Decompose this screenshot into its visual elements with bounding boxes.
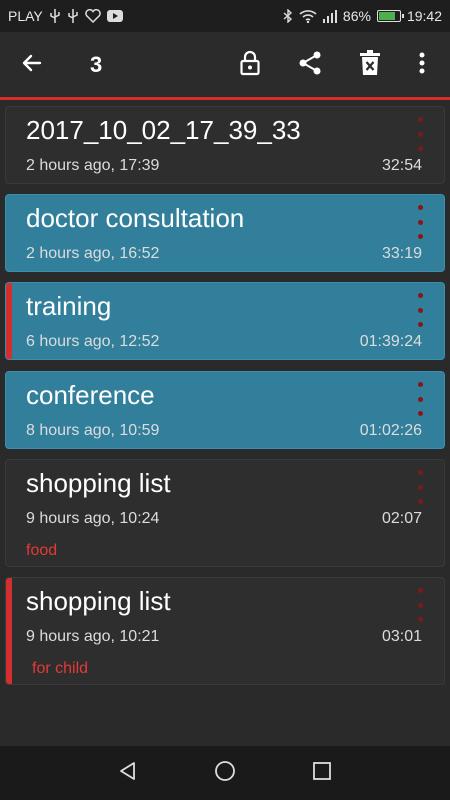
recording-tag: food	[26, 542, 58, 559]
recording-item[interactable]: shopping list 9 hours ago, 10:24 02:07 f…	[5, 459, 445, 567]
recording-title: shopping list	[26, 586, 171, 616]
health-icon	[84, 9, 101, 23]
recording-tag: for child	[32, 660, 89, 677]
signal-icon	[322, 9, 337, 23]
item-menu-button[interactable]	[412, 205, 428, 239]
bluetooth-icon	[283, 9, 293, 23]
circle-home-icon	[214, 760, 236, 787]
more-vert-icon	[417, 117, 423, 122]
battery-level	[378, 12, 395, 20]
carrier-label: PLAY	[8, 8, 43, 24]
back-button[interactable]	[10, 32, 54, 98]
recording-timestamp: 9 hours ago, 10:24	[26, 510, 160, 527]
square-recents-icon	[312, 761, 331, 785]
more-vert-icon	[417, 293, 423, 298]
clock: 19:42	[406, 8, 442, 24]
recording-duration: 02:07	[381, 510, 422, 527]
more-vert-icon	[417, 205, 423, 210]
recording-title: conference	[26, 380, 155, 410]
battery-icon	[376, 10, 404, 22]
usb-icon	[49, 9, 61, 23]
recording-title: doctor consultation	[26, 203, 245, 233]
recording-duration: 03:01	[381, 628, 422, 645]
nav-recents-button[interactable]	[302, 753, 342, 793]
item-menu-button[interactable]	[412, 470, 428, 504]
status-bar: PLAY 86% 19:42	[0, 0, 450, 32]
recording-timestamp: 6 hours ago, 12:52	[26, 333, 160, 350]
item-menu-button[interactable]	[412, 117, 428, 151]
recording-duration: 32:54	[381, 157, 422, 174]
recording-item[interactable]: 2017_10_02_17_39_33 2 hours ago, 17:39 3…	[5, 106, 445, 184]
more-vert-icon	[417, 470, 423, 475]
recording-item[interactable]: training 6 hours ago, 12:52 01:39:24	[5, 282, 445, 360]
arrow-back-icon	[20, 51, 44, 80]
battery-percent: 86%	[342, 8, 371, 24]
more-vert-icon	[417, 382, 423, 387]
item-menu-button[interactable]	[412, 293, 428, 327]
delete-button[interactable]	[348, 32, 392, 98]
status-left: PLAY	[8, 8, 123, 24]
marker-stripe	[6, 283, 12, 359]
recording-title: shopping list	[26, 468, 171, 498]
recording-timestamp: 2 hours ago, 16:52	[26, 245, 160, 262]
marker-stripe	[6, 578, 12, 684]
recording-duration: 33:19	[381, 245, 422, 262]
recording-duration: 01:02:26	[359, 422, 422, 439]
share-icon	[297, 50, 323, 81]
recording-item[interactable]: conference 8 hours ago, 10:59 01:02:26	[5, 371, 445, 449]
youtube-icon	[106, 10, 123, 22]
status-right: 86% 19:42	[283, 8, 442, 24]
triangle-back-icon	[118, 761, 138, 786]
toolbar-divider	[0, 97, 450, 100]
recording-title: 2017_10_02_17_39_33	[26, 115, 301, 145]
lock-icon	[238, 50, 262, 81]
lock-button[interactable]	[228, 32, 272, 98]
action-toolbar: 3	[0, 32, 450, 98]
share-button[interactable]	[288, 32, 332, 98]
nav-home-button[interactable]	[205, 753, 245, 793]
usb-debug-icon	[67, 9, 79, 23]
nav-back-button[interactable]	[108, 753, 148, 793]
recording-timestamp: 9 hours ago, 10:21	[26, 628, 160, 645]
wifi-icon	[299, 9, 317, 23]
selected-count: 3	[90, 52, 103, 77]
system-nav-bar	[0, 746, 450, 800]
recording-title: training	[26, 291, 112, 321]
overflow-menu-button[interactable]	[400, 32, 444, 98]
item-menu-button[interactable]	[412, 588, 428, 622]
recording-duration: 01:39:24	[359, 333, 422, 350]
more-vert-icon	[417, 588, 423, 593]
recording-timestamp: 2 hours ago, 17:39	[26, 157, 160, 174]
more-vert-icon	[419, 51, 425, 80]
recording-item[interactable]: shopping list 9 hours ago, 10:21 03:01 f…	[5, 577, 445, 685]
delete-icon	[359, 49, 381, 81]
recording-item[interactable]: doctor consultation 2 hours ago, 16:52 3…	[5, 194, 445, 272]
recording-timestamp: 8 hours ago, 10:59	[26, 422, 160, 439]
item-menu-button[interactable]	[412, 382, 428, 416]
